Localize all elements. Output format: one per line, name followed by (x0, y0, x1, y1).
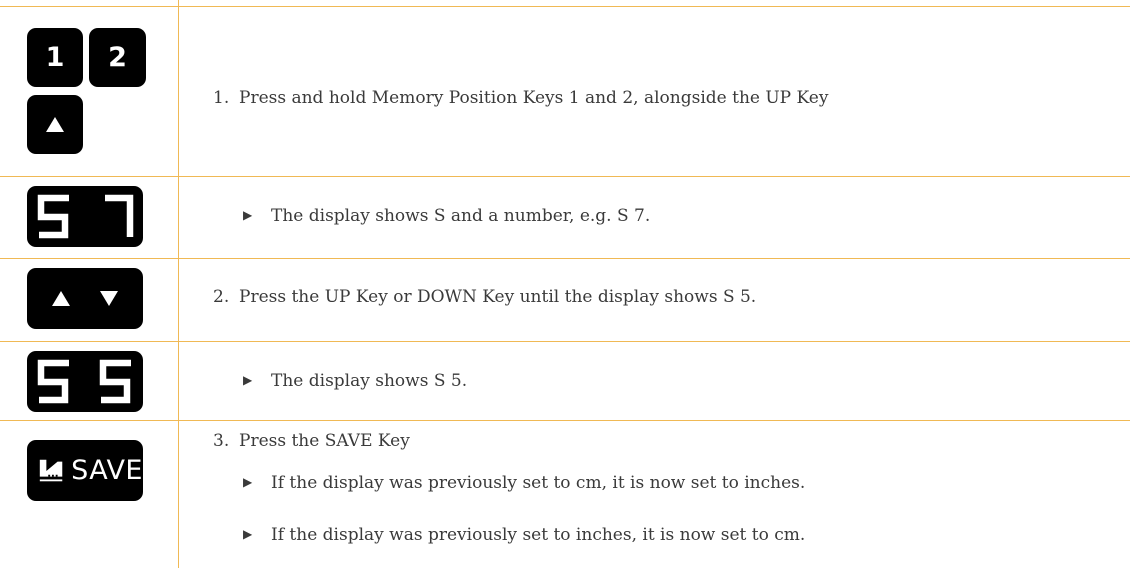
result-row-5a-text: If the display was previously set to cm,… (271, 473, 806, 493)
up-arrow-icon (46, 117, 64, 132)
table-column-divider (178, 0, 179, 568)
down-arrow-icon (100, 291, 118, 306)
result-row-4: ▶ The display shows S 5. (243, 371, 467, 391)
result-row-4-text: The display shows S 5. (271, 371, 468, 391)
step-2: 2. Press the UP Key or DOWN Key until the… (213, 287, 756, 307)
right-triangle-bullet-icon: ▶ (243, 527, 253, 541)
step-1-text: Press and hold Memory Position Keys 1 an… (239, 88, 829, 108)
table-rule-1 (0, 176, 1130, 177)
table-rule-top (0, 6, 1130, 7)
memory-key-2-label: 2 (108, 42, 127, 73)
memory-key-1[interactable]: 1 (27, 28, 83, 87)
step-2-number: 2. (213, 287, 230, 307)
save-key[interactable]: SAVE (27, 440, 143, 501)
step-1-number: 1. (213, 88, 230, 108)
table-rule-2 (0, 258, 1130, 259)
display-s5 (27, 351, 143, 412)
display-s7 (27, 186, 143, 247)
step-3: 3. Press the SAVE Key (213, 431, 410, 451)
memory-key-1-label: 1 (45, 42, 65, 73)
right-triangle-bullet-icon: ▶ (243, 208, 253, 222)
seven-segment-s5-icon (37, 359, 131, 404)
memory-key-2[interactable]: 2 (89, 28, 146, 87)
table-rule-3 (0, 341, 1130, 342)
result-row-5b: ▶ If the display was previously set to in… (243, 525, 805, 545)
table-rule-4 (0, 420, 1130, 421)
result-row-2-text: The display shows S and a number, e.g. S… (271, 206, 651, 226)
step-3-number: 3. (213, 431, 230, 451)
result-row-5b-text: If the display was previously set to inc… (271, 525, 806, 545)
right-triangle-bullet-icon: ▶ (243, 373, 253, 387)
right-triangle-bullet-icon: ▶ (243, 475, 253, 489)
up-arrow-icon (52, 291, 70, 306)
seven-segment-s7-icon (37, 194, 134, 239)
step-3-text: Press the SAVE Key (239, 431, 410, 451)
save-logo-icon (39, 459, 63, 481)
save-key-label: SAVE (71, 455, 143, 486)
up-key[interactable] (27, 95, 83, 154)
up-down-keys[interactable] (27, 268, 143, 329)
step-1: 1. Press and hold Memory Position Keys 1 … (213, 88, 828, 108)
result-row-2: ▶ The display shows S and a number, e.g. … (243, 206, 650, 226)
result-row-5a: ▶ If the display was previously set to cm… (243, 473, 805, 493)
step-2-text: Press the UP Key or DOWN Key until the d… (239, 287, 757, 307)
